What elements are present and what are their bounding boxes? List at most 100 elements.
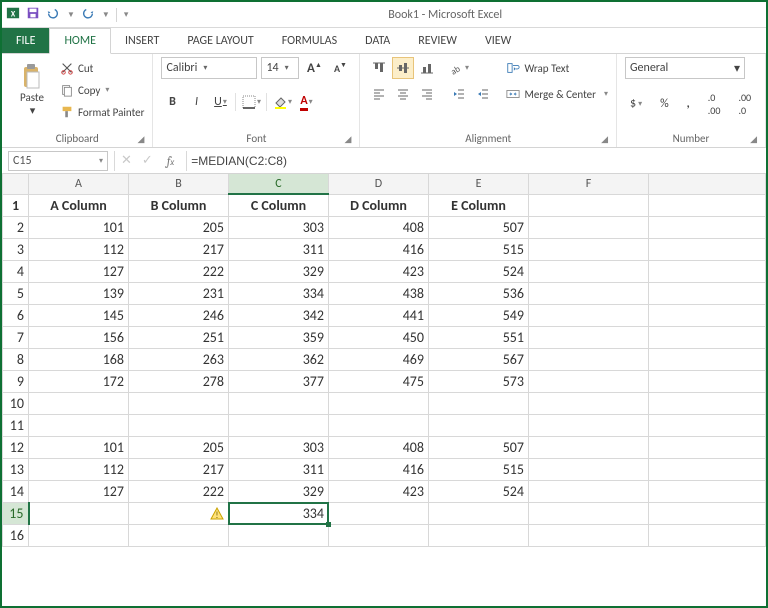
font-name-combo[interactable]: Calibri▾ xyxy=(161,57,257,79)
cell[interactable] xyxy=(529,260,649,282)
cell[interactable] xyxy=(229,524,329,546)
cell[interactable]: 278 xyxy=(129,370,229,392)
col-header[interactable]: F xyxy=(529,174,649,194)
font-dialog-launcher-icon[interactable]: ◢ xyxy=(345,134,352,145)
cell[interactable] xyxy=(29,414,129,436)
row-header[interactable]: 7 xyxy=(3,326,29,348)
border-button[interactable]: ▾ xyxy=(240,91,262,113)
align-bottom-icon[interactable] xyxy=(416,57,438,79)
cell[interactable]: 515 xyxy=(429,238,529,260)
cell[interactable] xyxy=(649,260,766,282)
cell[interactable] xyxy=(129,414,229,436)
bold-button[interactable]: B xyxy=(161,91,183,113)
cell[interactable] xyxy=(329,502,429,524)
cell[interactable] xyxy=(649,194,766,216)
row-header[interactable]: 2 xyxy=(3,216,29,238)
cell[interactable]: 217 xyxy=(129,238,229,260)
align-right-icon[interactable] xyxy=(416,83,438,105)
paste-button[interactable]: Paste ▾ xyxy=(10,57,54,123)
redo-dropdown-icon[interactable]: ▼ xyxy=(102,10,110,20)
tab-page-layout[interactable]: PAGE LAYOUT xyxy=(173,28,267,53)
cell[interactable]: 222 xyxy=(129,480,229,502)
align-top-icon[interactable] xyxy=(368,57,390,79)
enter-icon[interactable]: ✓ xyxy=(142,153,153,168)
alignment-dialog-launcher-icon[interactable]: ◢ xyxy=(601,134,608,145)
cell[interactable] xyxy=(649,304,766,326)
cell[interactable] xyxy=(529,370,649,392)
cell[interactable] xyxy=(649,370,766,392)
cell[interactable] xyxy=(529,216,649,238)
tab-review[interactable]: REVIEW xyxy=(404,28,471,53)
cell[interactable] xyxy=(649,238,766,260)
align-left-icon[interactable] xyxy=(368,83,390,105)
col-header[interactable]: A xyxy=(29,174,129,194)
tab-file[interactable]: FILE xyxy=(2,28,49,53)
number-format-combo[interactable]: General▾ xyxy=(625,57,745,79)
comma-format-icon[interactable]: , xyxy=(682,93,695,115)
cell[interactable]: 263 xyxy=(129,348,229,370)
cell[interactable]: 362 xyxy=(229,348,329,370)
cell[interactable]: 311 xyxy=(229,458,329,480)
row-header[interactable]: 6 xyxy=(3,304,29,326)
copy-button[interactable]: Copy▾ xyxy=(60,79,144,101)
cell[interactable] xyxy=(649,282,766,304)
cell[interactable] xyxy=(29,524,129,546)
align-middle-icon[interactable] xyxy=(392,57,414,79)
row-header[interactable]: 4 xyxy=(3,260,29,282)
cell[interactable]: 311 xyxy=(229,238,329,260)
increase-indent-icon[interactable] xyxy=(472,83,494,105)
cell[interactable]: 524 xyxy=(429,260,529,282)
cell[interactable]: 524 xyxy=(429,480,529,502)
col-header[interactable] xyxy=(649,174,766,194)
cell[interactable]: 127 xyxy=(29,480,129,502)
cell[interactable]: 101 xyxy=(29,216,129,238)
align-center-icon[interactable] xyxy=(392,83,414,105)
cell[interactable] xyxy=(529,194,649,216)
cut-button[interactable]: Cut xyxy=(60,57,144,79)
cell[interactable]: 377 xyxy=(229,370,329,392)
cell[interactable]: 536 xyxy=(429,282,529,304)
row-header[interactable]: 11 xyxy=(3,414,29,436)
row-header[interactable]: 12 xyxy=(3,436,29,458)
cell[interactable] xyxy=(529,238,649,260)
cell[interactable] xyxy=(649,348,766,370)
cell[interactable] xyxy=(649,392,766,414)
cell[interactable]: 469 xyxy=(329,348,429,370)
wrap-text-button[interactable]: Wrap Text xyxy=(506,57,608,79)
cell[interactable] xyxy=(529,282,649,304)
save-icon[interactable] xyxy=(26,6,40,24)
cell[interactable] xyxy=(429,502,529,524)
cell[interactable]: 156 xyxy=(29,326,129,348)
cell[interactable]: 205 xyxy=(129,436,229,458)
cell[interactable] xyxy=(649,414,766,436)
cell[interactable] xyxy=(329,392,429,414)
cell[interactable] xyxy=(29,392,129,414)
cell[interactable]: D Column xyxy=(329,194,429,216)
cell[interactable]: 551 xyxy=(429,326,529,348)
cell[interactable] xyxy=(229,392,329,414)
cell[interactable]: 303 xyxy=(229,436,329,458)
tab-view[interactable]: VIEW xyxy=(471,28,525,53)
cell[interactable]: C Column xyxy=(229,194,329,216)
format-painter-button[interactable]: Format Painter xyxy=(60,101,144,123)
undo-dropdown-icon[interactable]: ▼ xyxy=(67,10,75,20)
cell[interactable]: 441 xyxy=(329,304,429,326)
font-size-combo[interactable]: 14▾ xyxy=(261,57,299,79)
cell[interactable]: 423 xyxy=(329,260,429,282)
cell[interactable] xyxy=(529,458,649,480)
cell[interactable] xyxy=(649,458,766,480)
row-header[interactable]: 8 xyxy=(3,348,29,370)
row-header[interactable]: 13 xyxy=(3,458,29,480)
cell[interactable]: E Column xyxy=(429,194,529,216)
cell[interactable]: 205 xyxy=(129,216,229,238)
cell[interactable]: 112 xyxy=(29,238,129,260)
fill-color-button[interactable]: ▾ xyxy=(271,91,293,113)
col-header[interactable]: E xyxy=(429,174,529,194)
cell[interactable]: 246 xyxy=(129,304,229,326)
cell[interactable]: 408 xyxy=(329,436,429,458)
cell[interactable] xyxy=(649,524,766,546)
merge-center-button[interactable]: Merge & Center▾ xyxy=(506,83,608,105)
underline-button[interactable]: U▾ xyxy=(209,91,231,113)
decrease-decimal-icon[interactable]: .00.0 xyxy=(733,93,756,115)
cancel-icon[interactable]: ✕ xyxy=(121,153,132,168)
